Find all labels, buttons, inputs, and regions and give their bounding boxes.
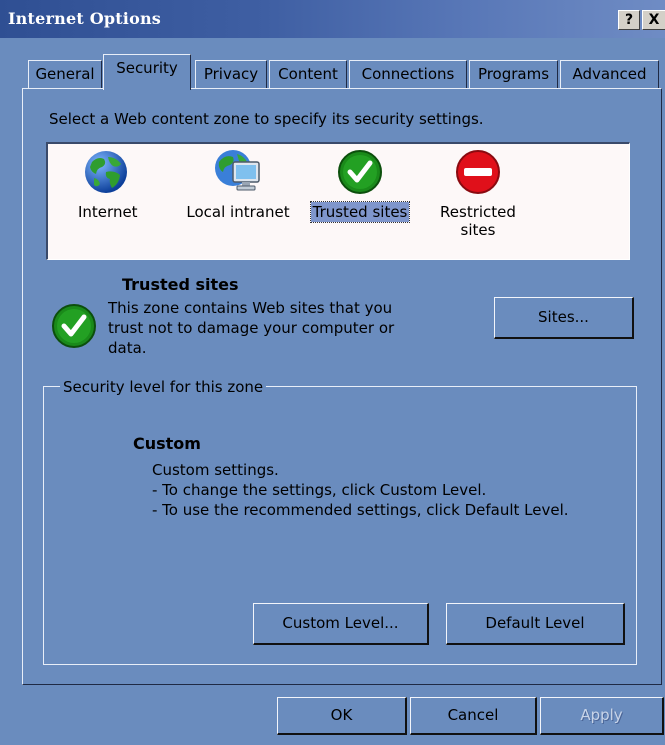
globe-icon — [85, 151, 127, 193]
help-button[interactable]: ? — [618, 10, 640, 30]
zone-list: Internet Local intranet Trusted sites Re… — [46, 142, 630, 260]
close-button[interactable]: X — [642, 10, 665, 30]
tab-strip: General Security Privacy Content Connect… — [0, 54, 665, 90]
zone-restricted-sites-label: Restricted sites — [440, 203, 516, 239]
zone-restricted-sites[interactable]: Restricted sites — [428, 148, 528, 240]
tab-general[interactable]: General — [28, 60, 102, 88]
tab-advanced[interactable]: Advanced — [560, 60, 659, 88]
checkmark-icon — [338, 150, 382, 194]
zone-local-intranet-label: Local intranet — [186, 203, 290, 221]
zone-trusted-sites-label: Trusted sites — [309, 201, 411, 223]
cancel-button[interactable]: Cancel — [410, 697, 537, 735]
ok-button[interactable]: OK — [277, 697, 407, 735]
apply-button[interactable]: Apply — [540, 697, 664, 735]
tab-programs[interactable]: Programs — [469, 60, 558, 88]
tab-connections[interactable]: Connections — [349, 60, 467, 88]
intranet-monitor-icon — [215, 150, 260, 191]
zone-internet-label: Internet — [78, 203, 138, 221]
no-entry-icon — [456, 150, 500, 194]
tab-content[interactable]: Content — [269, 60, 347, 88]
title-bar: Internet Options ? X — [0, 0, 665, 38]
tab-privacy[interactable]: Privacy — [195, 60, 267, 88]
window-title: Internet Options — [8, 9, 161, 28]
zone-trusted-sites[interactable]: Trusted sites — [306, 148, 414, 223]
zone-local-intranet[interactable]: Local intranet — [182, 148, 294, 222]
zone-internet[interactable]: Internet — [76, 148, 138, 222]
tab-security[interactable]: Security — [103, 54, 191, 90]
